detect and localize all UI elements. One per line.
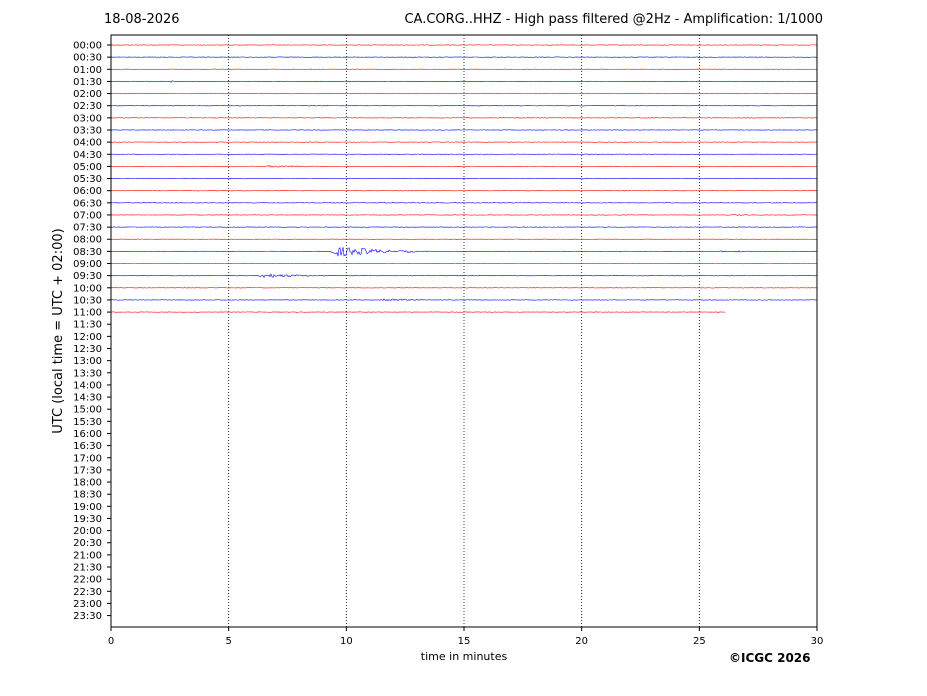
- trace-line: [110, 153, 818, 155]
- y-tick-label: 16:00: [73, 429, 102, 440]
- trace-line: [110, 311, 726, 313]
- x-tick-label: 30: [811, 636, 824, 647]
- y-tick-label: 15:30: [73, 417, 102, 428]
- trace-line: [110, 226, 818, 228]
- y-tick-label: 10:00: [73, 283, 102, 294]
- y-tick-label: 21:00: [73, 550, 102, 561]
- y-axis: 00:0000:3001:0001:3002:0002:3003:0003:30…: [73, 41, 111, 622]
- trace-line: [110, 92, 818, 95]
- y-tick-label: 02:30: [73, 101, 102, 112]
- y-tick-label: 18:30: [73, 490, 102, 501]
- y-tick-label: 23:00: [73, 599, 102, 610]
- x-tick-label: 25: [693, 636, 706, 647]
- trace-line: [110, 44, 818, 46]
- y-tick-label: 19:00: [73, 502, 102, 513]
- y-tick-label: 03:00: [73, 113, 102, 124]
- y-tick-label: 09:30: [73, 271, 102, 282]
- y-tick-label: 01:30: [73, 77, 102, 88]
- trace-line: [110, 105, 818, 107]
- trace-line: [110, 164, 818, 168]
- seismogram-chart: 00:0000:3001:0001:3002:0002:3003:0003:30…: [51, 34, 824, 663]
- x-tick-label: 5: [225, 636, 231, 647]
- x-axis: 0 5 10 15 20 25 30: [108, 627, 824, 647]
- y-tick-label: 22:00: [73, 575, 102, 586]
- y-tick-label: 17:00: [73, 453, 102, 464]
- y-tick-label: 08:30: [73, 247, 102, 258]
- y-tick-label: 09:00: [73, 259, 102, 270]
- x-tick-label: 15: [458, 636, 471, 647]
- trace-line: [110, 80, 818, 83]
- trace-line: [110, 129, 818, 131]
- y-tick-label: 10:30: [73, 295, 102, 306]
- trace-line: [110, 177, 818, 180]
- trace-line: [110, 273, 818, 278]
- y-tick-label: 06:30: [73, 198, 102, 209]
- x-axis-label: time in minutes: [421, 650, 508, 663]
- y-tick-label: 04:30: [73, 150, 102, 161]
- y-tick-label: 20:00: [73, 526, 102, 537]
- y-tick-label: 07:00: [73, 210, 102, 221]
- y-tick-label: 05:00: [73, 162, 102, 173]
- trace-line: [110, 117, 818, 119]
- trace-line: [110, 287, 818, 289]
- y-tick-label: 04:00: [73, 138, 102, 149]
- y-tick-label: 03:30: [73, 125, 102, 136]
- y-tick-label: 00:00: [73, 41, 102, 52]
- y-tick-label: 01:00: [73, 65, 102, 76]
- y-tick-label: 02:00: [73, 89, 102, 100]
- y-tick-label: 06:00: [73, 186, 102, 197]
- y-tick-label: 17:30: [73, 465, 102, 476]
- y-tick-label: 00:30: [73, 53, 102, 64]
- y-tick-label: 14:30: [73, 393, 102, 404]
- y-tick-label: 18:00: [73, 478, 102, 489]
- y-tick-label: 12:30: [73, 344, 102, 355]
- trace-line: [110, 202, 818, 204]
- y-tick-label: 21:30: [73, 563, 102, 574]
- y-tick-label: 20:30: [73, 538, 102, 549]
- y-tick-label: 08:00: [73, 235, 102, 246]
- y-tick-label: 05:30: [73, 174, 102, 185]
- trace-line: [110, 141, 818, 143]
- y-tick-label: 07:30: [73, 223, 102, 234]
- y-tick-label: 11:00: [73, 308, 102, 319]
- y-tick-label: 23:30: [73, 611, 102, 622]
- y-tick-label: 16:30: [73, 441, 102, 452]
- y-tick-label: 11:30: [73, 320, 102, 331]
- copyright-label: ©ICGC 2026: [729, 651, 811, 665]
- x-tick-label: 10: [340, 636, 353, 647]
- plot-frame: [110, 34, 818, 628]
- y-tick-label: 12:00: [73, 332, 102, 343]
- x-tick-label: 20: [575, 636, 588, 647]
- y-axis-label: UTC (local time = UTC + 02:00): [51, 228, 66, 433]
- y-tick-label: 19:30: [73, 514, 102, 525]
- y-tick-label: 15:00: [73, 405, 102, 416]
- y-tick-label: 13:30: [73, 368, 102, 379]
- trace-line: [110, 68, 818, 70]
- y-tick-label: 22:30: [73, 587, 102, 598]
- y-tick-label: 14:00: [73, 380, 102, 391]
- trace-line: [110, 190, 818, 192]
- grid-lines: [228, 35, 700, 627]
- trace-line: [110, 56, 818, 58]
- y-tick-label: 13:00: [73, 356, 102, 367]
- x-tick-label: 0: [108, 636, 114, 647]
